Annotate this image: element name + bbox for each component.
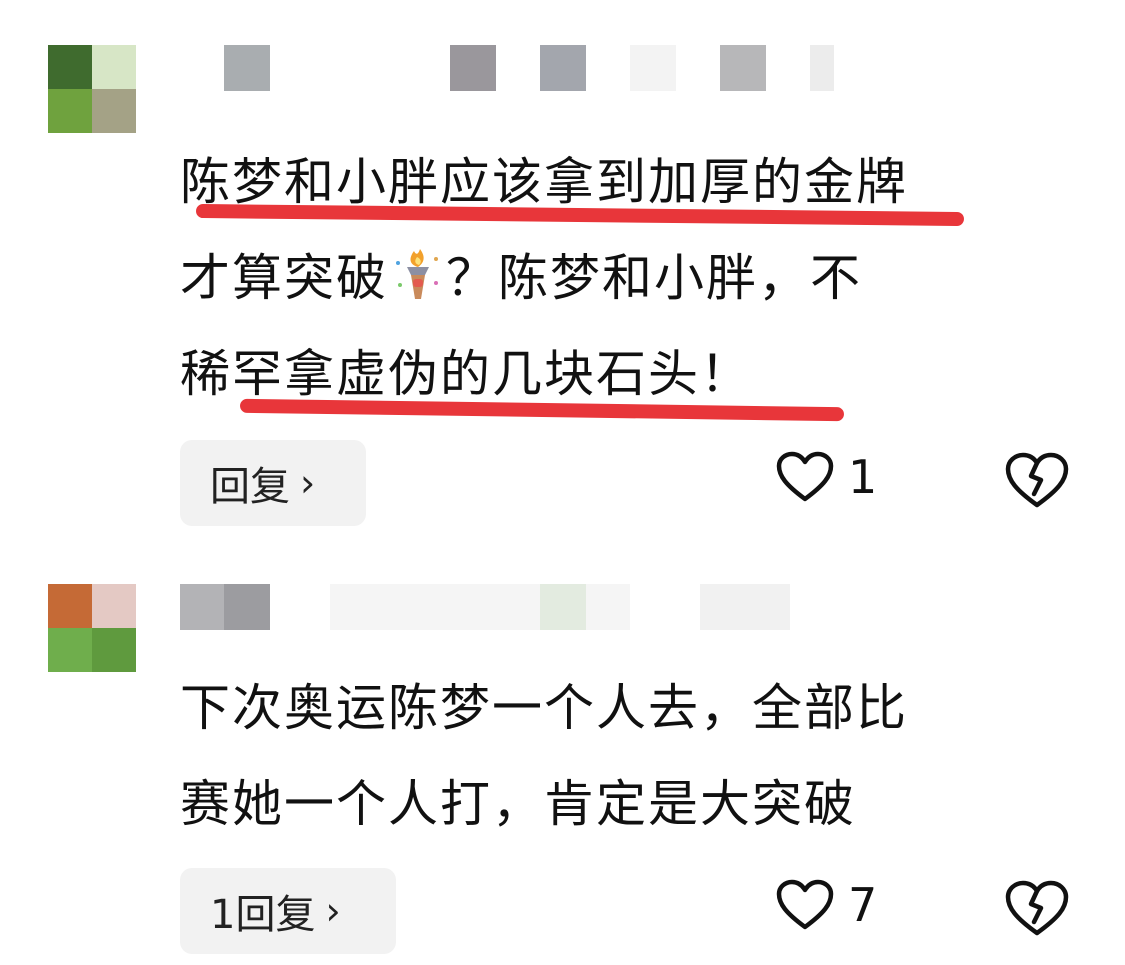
avatar[interactable] — [48, 584, 136, 672]
torch-icon — [396, 249, 438, 299]
comment-line: 才算突破 ？陈梦和小胖，不 — [180, 230, 1090, 326]
chevron-right-icon: › — [325, 889, 341, 933]
comment-line: 赛她一个人打，肯定是大突破 — [180, 775, 856, 833]
comment-line: 下次奥运陈梦一个人去，全部比 — [180, 679, 908, 737]
like-button[interactable]: 1 — [776, 450, 877, 504]
comment-line-part: 才算突破 — [180, 249, 388, 307]
heart-icon — [776, 879, 834, 930]
avatar[interactable] — [48, 45, 136, 133]
comment-line-part: ？陈梦和小胖，不 — [446, 249, 862, 307]
dislike-button[interactable] — [1004, 452, 1070, 514]
reply-label: 回复 — [210, 464, 290, 510]
heart-icon — [776, 451, 834, 502]
comment-text: 下次奥运陈梦一个人去，全部比 赛她一个人打，肯定是大突破 — [180, 660, 1090, 852]
dislike-button[interactable] — [1004, 880, 1070, 942]
like-button[interactable]: 7 — [776, 878, 877, 932]
comment-text: 陈梦和小胖应该拿到加厚的金牌 才算突破 ？陈梦和小胖，不 稀罕拿虚伪的几块石头！ — [180, 134, 1090, 422]
broken-heart-icon — [1005, 452, 1069, 508]
chevron-right-icon: › — [300, 461, 316, 505]
like-count: 7 — [848, 878, 878, 932]
reply-button[interactable]: 回复 › — [180, 440, 366, 526]
comment-item: 下次奥运陈梦一个人去，全部比 赛她一个人打，肯定是大突破 1回复 › 7 — [0, 560, 1125, 965]
reply-button[interactable]: 1回复 › — [180, 868, 396, 954]
reply-label: 1回复 — [210, 892, 316, 938]
comment-item: 陈梦和小胖应该拿到加厚的金牌 才算突破 ？陈梦和小胖，不 稀罕拿虚伪的几块石头！… — [0, 0, 1125, 540]
like-count: 1 — [848, 450, 878, 504]
broken-heart-icon — [1005, 880, 1069, 936]
